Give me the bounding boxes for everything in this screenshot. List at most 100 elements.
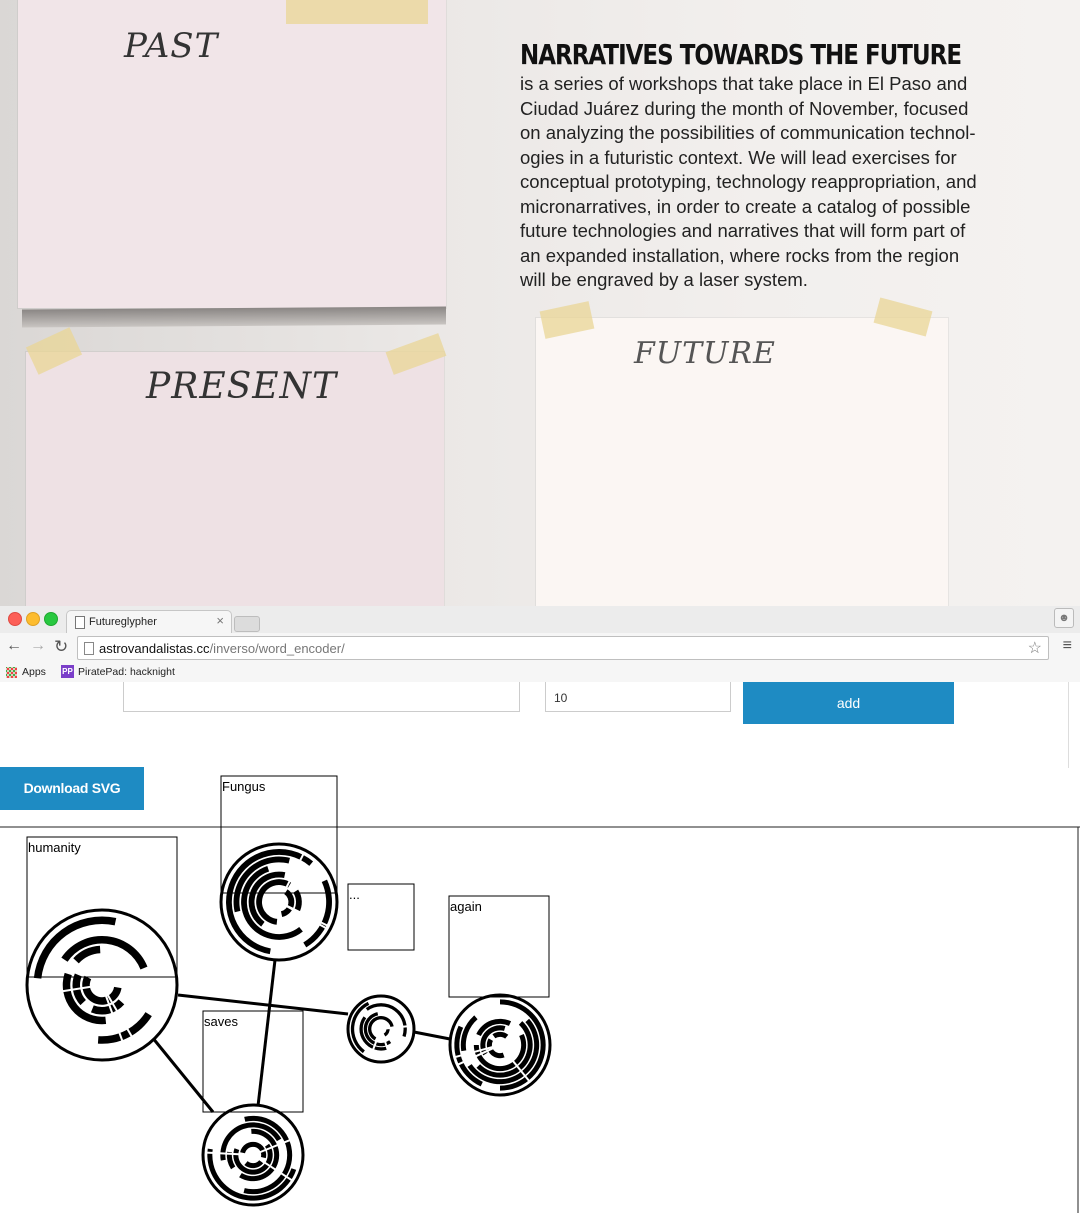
size-input[interactable]: 10 bbox=[545, 682, 731, 712]
glyph-ring-segment bbox=[486, 1038, 505, 1059]
glyph-ring-segment bbox=[226, 849, 314, 955]
description-paragraph: is a series of workshops that take place… bbox=[520, 73, 977, 290]
star-icon[interactable]: ☆ bbox=[1028, 638, 1042, 658]
close-tab-icon[interactable]: × bbox=[216, 613, 224, 628]
glyph-divider bbox=[369, 1032, 381, 1058]
url-host: astrovandalistas.cc bbox=[99, 641, 210, 656]
glyph-circle bbox=[346, 994, 416, 1064]
word-label-text: again bbox=[450, 899, 482, 914]
paper-sheet-past bbox=[18, 0, 446, 308]
glyph-ring-segment bbox=[350, 1001, 370, 1054]
glyph-canvas: humanity Fungus... again saves bbox=[0, 775, 1080, 1213]
browser-tab[interactable]: Futureglypher × bbox=[66, 610, 232, 633]
add-button[interactable]: add bbox=[743, 682, 954, 724]
url-text: astrovandalistas.cc/inverso/word_encoder… bbox=[99, 641, 345, 656]
headline: NARRATIVES TOWARDS THE FUTURE bbox=[520, 38, 962, 71]
url-path: /inverso/word_encoder/ bbox=[209, 641, 345, 656]
reload-icon[interactable]: ↻ bbox=[54, 637, 68, 657]
glyph-ring-segment bbox=[82, 975, 122, 1005]
glyph-divider bbox=[259, 1136, 297, 1154]
glyph-ring-segment bbox=[303, 879, 332, 948]
glyph-ring-segment bbox=[97, 1012, 152, 1044]
glyph-divider bbox=[455, 1045, 494, 1058]
new-tab-button[interactable] bbox=[234, 616, 260, 632]
glyph-divider bbox=[33, 985, 92, 997]
glyph-ring-segment bbox=[90, 999, 125, 1015]
bookmark-piratepad[interactable]: PiratePad: hacknight bbox=[78, 666, 175, 678]
glyph-ring-segment bbox=[368, 1016, 394, 1041]
piratepad-icon: PP bbox=[61, 665, 74, 678]
glyph-ring-segment bbox=[244, 1160, 264, 1169]
glyph-ring-segment bbox=[359, 1016, 388, 1051]
page-icon bbox=[84, 642, 94, 655]
address-bar[interactable]: astrovandalistas.cc/inverso/word_encoder… bbox=[77, 636, 1049, 660]
glyph-divider bbox=[104, 994, 127, 1051]
paper-shadow bbox=[22, 306, 446, 328]
tab-title: Futureglypher bbox=[89, 616, 157, 628]
glyph-circle bbox=[25, 908, 179, 1062]
word-label-text: humanity bbox=[28, 840, 81, 855]
glyph-connection-line bbox=[413, 1030, 451, 1041]
label-present: PRESENT bbox=[146, 366, 338, 407]
bookmark-apps[interactable]: Apps bbox=[22, 666, 46, 678]
glyph-divider bbox=[285, 905, 327, 929]
glyph-ring-segment bbox=[280, 889, 295, 917]
glyph-ring-segment bbox=[476, 1021, 533, 1078]
word-input[interactable] bbox=[123, 682, 520, 712]
glyph-circle bbox=[219, 842, 339, 962]
menu-icon[interactable]: ≡ bbox=[1063, 637, 1072, 655]
glyph-ring-segment bbox=[220, 1122, 282, 1161]
glyph-ring-segment bbox=[233, 1143, 273, 1175]
glyph-ring-segment bbox=[72, 973, 86, 1006]
glyph-divider bbox=[285, 904, 328, 927]
glyph-ring-segment bbox=[243, 1115, 293, 1195]
glyph-circle bbox=[448, 993, 552, 1097]
glyph-divider bbox=[258, 1157, 293, 1181]
forward-arrow-icon[interactable]: → bbox=[30, 637, 46, 655]
glyph-ring-segment bbox=[476, 1018, 512, 1037]
glyph-ring-segment bbox=[73, 945, 101, 964]
tape-strip bbox=[286, 0, 428, 24]
glyph-ring-segment bbox=[239, 1128, 280, 1182]
glyph-ring-segment bbox=[256, 879, 292, 925]
page-icon bbox=[75, 616, 85, 629]
word-label-text: ... bbox=[349, 887, 360, 902]
size-value: 10 bbox=[554, 691, 568, 705]
profile-icon[interactable]: ☻ bbox=[1054, 608, 1074, 628]
glyph-connection-line bbox=[177, 993, 349, 1016]
glyph-ring-segment bbox=[62, 972, 107, 1025]
word-label-text: Fungus bbox=[222, 779, 266, 794]
back-arrow-icon[interactable]: ← bbox=[6, 637, 22, 655]
apps-grid-icon[interactable] bbox=[6, 667, 17, 678]
glyph-ring-segment bbox=[473, 1033, 527, 1072]
word-label-box bbox=[347, 883, 415, 951]
glyph-ring-segment bbox=[500, 999, 546, 1091]
glyph-connection-line bbox=[150, 1036, 215, 1113]
glyph-divider bbox=[207, 1151, 247, 1156]
glyph-circle bbox=[201, 1103, 305, 1207]
download-svg-button[interactable]: Download SVG bbox=[0, 767, 144, 810]
glyph-connection-line bbox=[256, 959, 277, 1107]
word-label-text: saves bbox=[204, 1014, 238, 1029]
maximize-window-button[interactable] bbox=[44, 612, 58, 626]
glyph-ring-segment bbox=[233, 856, 290, 913]
glyph-divider bbox=[503, 1049, 530, 1082]
glypher-page: 10 add Download SVG humanity Fungus... aga… bbox=[0, 682, 1080, 1213]
glyph-divider bbox=[381, 1033, 392, 1059]
glyph-ring-segment bbox=[241, 865, 303, 940]
close-window-button[interactable] bbox=[8, 612, 22, 626]
minimize-window-button[interactable] bbox=[26, 612, 40, 626]
glyph-ring-segment bbox=[248, 871, 286, 927]
label-future: FUTURE bbox=[634, 336, 776, 371]
word-label-box bbox=[26, 836, 178, 978]
glyph-divider bbox=[281, 854, 305, 896]
browser-chrome: Futureglypher × ☻ ← → ↻ astrovandalistas… bbox=[0, 606, 1080, 683]
word-label-box bbox=[220, 775, 338, 894]
scrollbar[interactable] bbox=[1068, 682, 1069, 768]
glyph-ring-segment bbox=[363, 1012, 392, 1047]
glyph-ring-segment bbox=[33, 916, 117, 979]
glyph-ring-segment bbox=[240, 1141, 267, 1159]
glyph-ring-segment bbox=[383, 1028, 390, 1037]
glyph-ring-segment bbox=[492, 1031, 509, 1039]
glyph-ring-segment bbox=[226, 1151, 236, 1170]
